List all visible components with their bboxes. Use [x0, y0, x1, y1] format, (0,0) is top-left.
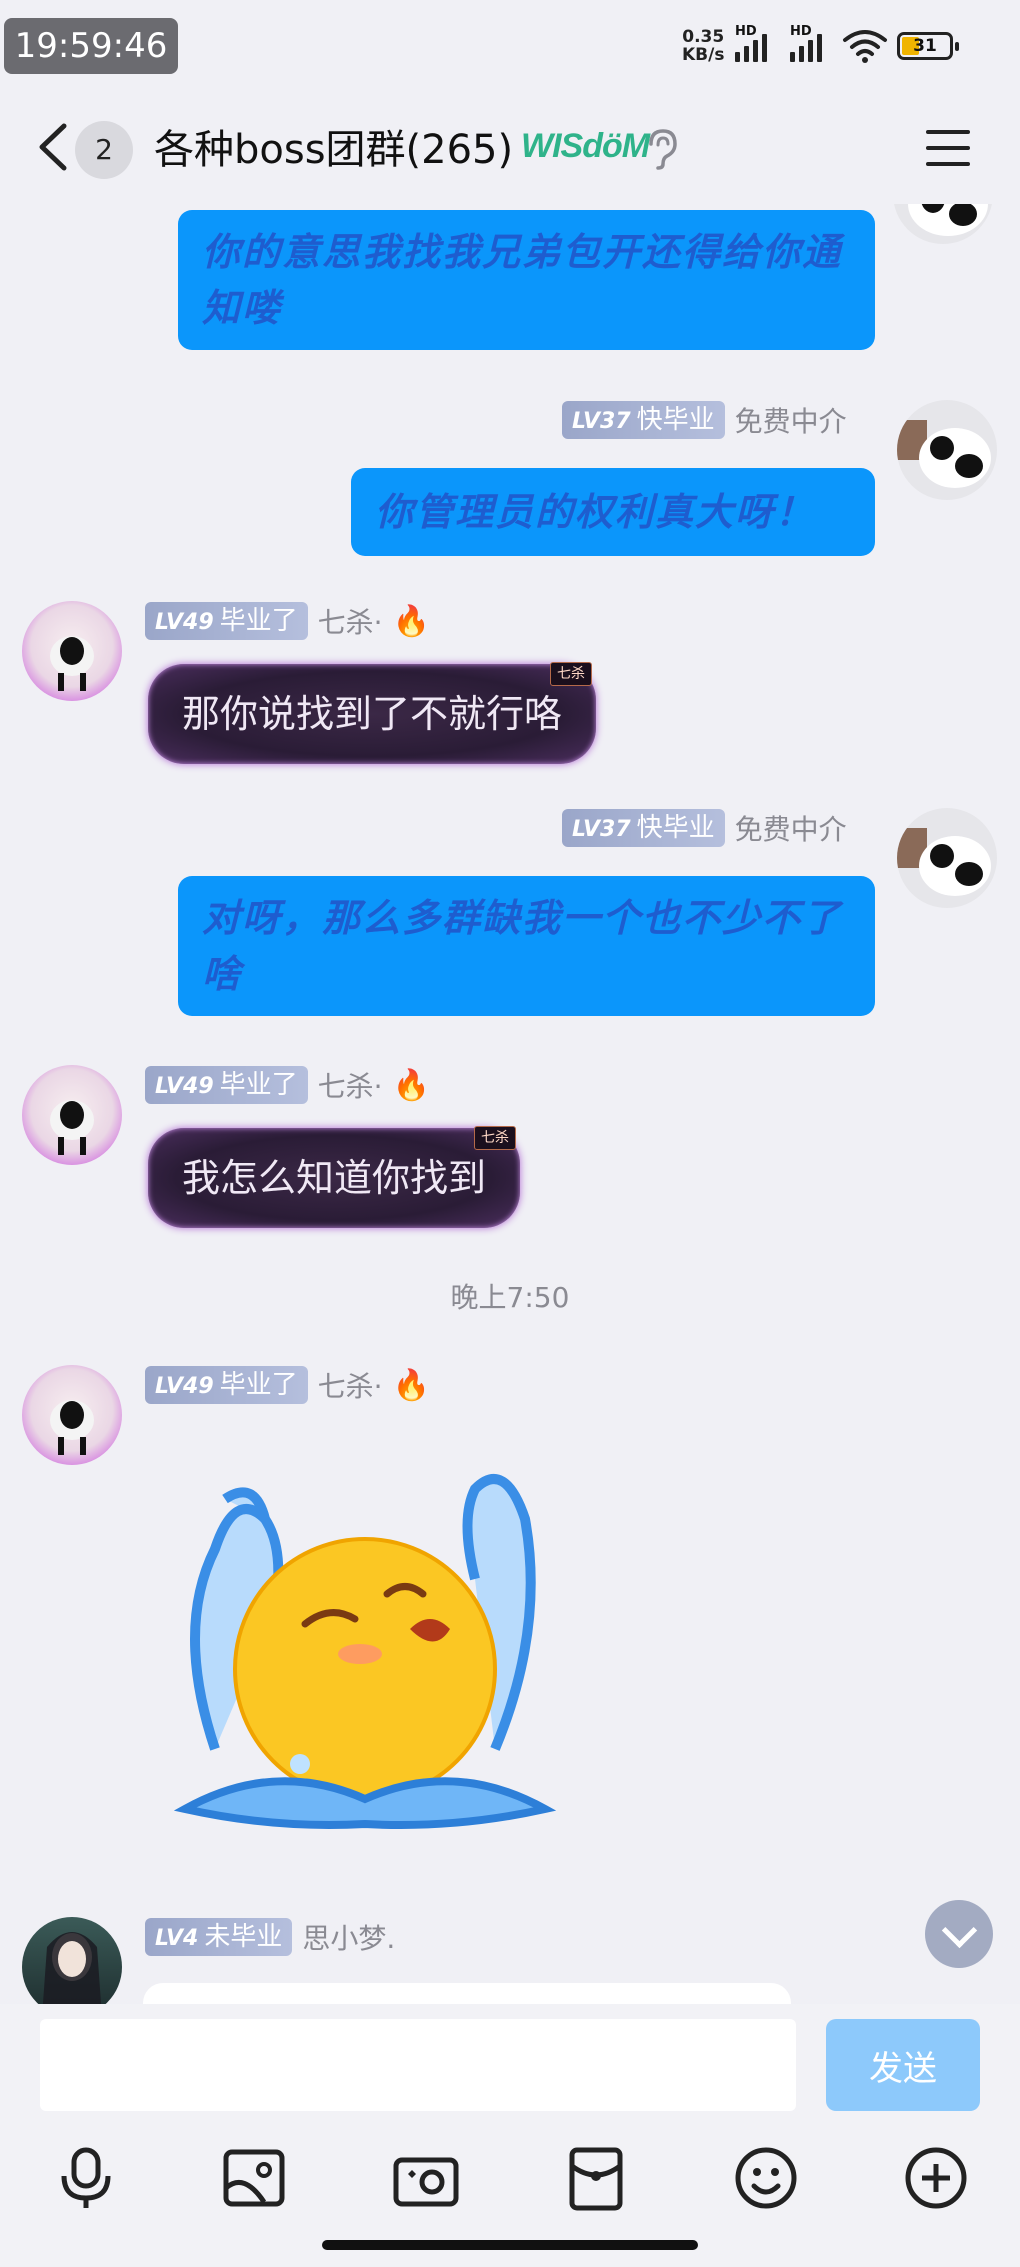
- level-badge: LV37 快毕业: [562, 401, 725, 439]
- plus-icon[interactable]: [902, 2144, 970, 2212]
- message-text: 那你说找到了不就行咯: [182, 692, 563, 736]
- chat-title[interactable]: 各种boss团群(265): [154, 122, 513, 178]
- status-time: 19:59:46: [4, 18, 178, 74]
- sender-name[interactable]: 七杀·: [318, 1365, 383, 1405]
- battery-icon: 31: [897, 32, 959, 60]
- fire-icon: 🔥: [392, 1367, 430, 1403]
- avatar-self[interactable]: [897, 808, 997, 908]
- unread-count-badge[interactable]: 2: [75, 121, 133, 179]
- sender-name[interactable]: 七杀·: [318, 1065, 383, 1105]
- send-button[interactable]: 发送: [826, 2019, 980, 2111]
- message-list[interactable]: 你的意思我找我兄弟包开还得给你通知喽 LV37 快毕业 免费中介 你管理员的权利真…: [0, 204, 1020, 2004]
- message-text: 我怎么知道你找到: [182, 1156, 487, 1200]
- level-badge: LV49 毕业了: [145, 602, 308, 640]
- sender-info: LV49 毕业了 七杀· 🔥: [145, 601, 430, 641]
- time-divider: 晚上7:50: [450, 1281, 570, 1314]
- composer-toolbar: [0, 2144, 1020, 2224]
- sender-name[interactable]: 思小梦.: [302, 1917, 395, 1957]
- menu-icon[interactable]: [926, 130, 970, 166]
- status-bar: 19:59:46 0.35 KB/s HD HD 31: [0, 0, 1020, 100]
- level-badge: LV49 毕业了: [145, 1066, 308, 1104]
- wifi-icon: [843, 30, 887, 63]
- level-badge: LV37 快毕业: [562, 809, 725, 847]
- avatar-self[interactable]: [893, 204, 993, 244]
- level-badge: LV49 毕业了: [145, 1366, 308, 1404]
- scroll-to-bottom-button[interactable]: [925, 1900, 993, 1968]
- sender-name[interactable]: 免费中介: [735, 400, 847, 440]
- crying-emoji-sticker[interactable]: [155, 1429, 575, 1839]
- fire-icon: 🔥: [392, 603, 430, 639]
- message-bubble[interactable]: 你管理员的权利真大呀！: [351, 468, 875, 556]
- avatar-sixiaomeng[interactable]: [22, 1917, 122, 2004]
- wisdom-group-badge: WISdöM: [521, 127, 650, 165]
- sender-info: LV4 未毕业 思小梦.: [145, 1917, 395, 1957]
- sender-info: LV37 快毕业 免费中介: [562, 808, 847, 848]
- network-speed-value: 0.35: [682, 27, 725, 47]
- battery-level: 31: [913, 36, 937, 56]
- signal-icon: HD: [735, 24, 767, 62]
- home-indicator[interactable]: [322, 2240, 698, 2250]
- avatar-self[interactable]: [897, 400, 997, 500]
- message-input[interactable]: [40, 2019, 796, 2111]
- message-bubble[interactable]: 你的意思我找我兄弟包开还得给你通知喽: [178, 210, 875, 350]
- fire-icon: 🔥: [392, 1067, 430, 1103]
- signal-icon-2: HD: [790, 24, 822, 62]
- camera-icon[interactable]: [392, 2144, 460, 2212]
- ear-icon[interactable]: [645, 128, 679, 170]
- level-badge: LV4 未毕业: [145, 1918, 293, 1956]
- back-arrow-icon[interactable]: [30, 122, 80, 172]
- network-speed: 0.35 KB/s: [682, 28, 724, 64]
- avatar-qisha[interactable]: [22, 601, 122, 701]
- sender-info: LV49 毕业了 七杀· 🔥: [145, 1365, 430, 1405]
- hd-label-2: HD: [790, 24, 812, 39]
- sender-info: LV49 毕业了 七杀· 🔥: [145, 1065, 430, 1105]
- bubble-tag: 七杀: [474, 1126, 517, 1150]
- image-icon[interactable]: [220, 2144, 288, 2212]
- avatar-qisha[interactable]: [22, 1065, 122, 1165]
- avatar-qisha[interactable]: [22, 1365, 122, 1465]
- emoji-icon[interactable]: [732, 2144, 800, 2212]
- message-bubble[interactable]: 那你说找到了不就行咯 七杀: [148, 662, 597, 764]
- hd-label: HD: [735, 24, 757, 39]
- message-bubble[interactable]: 对呀，那么多群缺我一个也不少不了啥: [178, 876, 875, 1016]
- sender-name[interactable]: 七杀·: [318, 601, 383, 641]
- red-packet-icon[interactable]: [562, 2144, 630, 2212]
- composer: 发送: [0, 2004, 1020, 2267]
- microphone-icon[interactable]: [52, 2144, 120, 2212]
- sender-name[interactable]: 免费中介: [735, 808, 847, 848]
- network-speed-unit: KB/s: [682, 45, 725, 65]
- message-bubble[interactable]: 我怎么知道你找到 七杀: [148, 1126, 521, 1228]
- sender-info: LV37 快毕业 免费中介: [562, 400, 847, 440]
- bubble-tag: 七杀: [550, 662, 593, 686]
